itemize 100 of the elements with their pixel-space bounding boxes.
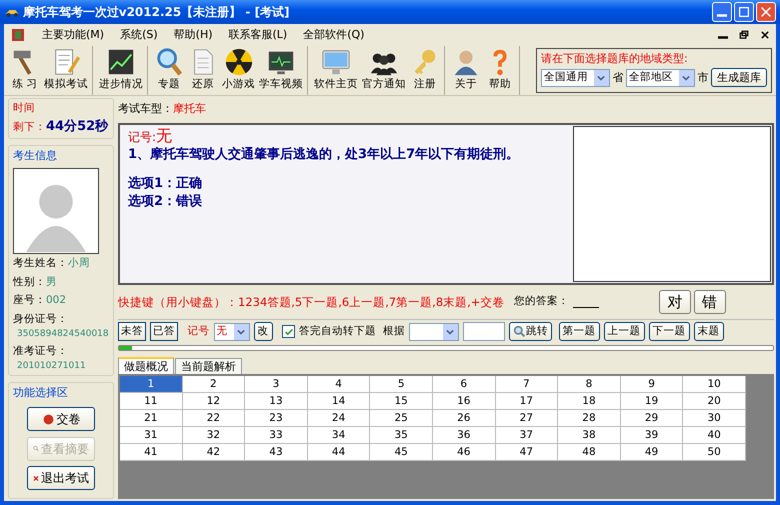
question-cell[interactable]: 44 [308, 444, 370, 462]
question-cell[interactable]: 2 [182, 376, 246, 394]
question-cell[interactable]: 9 [620, 376, 684, 394]
restore-icon[interactable] [739, 30, 749, 40]
maximize-button[interactable] [734, 2, 754, 22]
function-button[interactable]: 交卷 [27, 407, 95, 431]
question-cell[interactable]: 35 [370, 427, 433, 444]
answer-button[interactable]: 对 [658, 290, 691, 314]
province-select[interactable]: 全国通用 [541, 68, 610, 87]
question-cell[interactable]: 25 [370, 410, 433, 428]
question-cell[interactable]: 15 [370, 393, 433, 410]
question-cell[interactable]: 45 [370, 444, 433, 462]
toolbar-button[interactable]: 官方通知 [360, 46, 408, 95]
field-label: 性别： [13, 274, 46, 290]
change-button[interactable]: 改 [254, 322, 272, 342]
question-cell[interactable]: 40 [683, 427, 746, 444]
question-cell[interactable]: 11 [120, 393, 183, 410]
question-cell[interactable]: 41 [120, 444, 183, 462]
question-cell[interactable]: 16 [432, 393, 496, 410]
question-cell[interactable]: 22 [182, 410, 246, 428]
nav-button[interactable]: 末题 [694, 322, 724, 342]
function-button[interactable]: 退出考试 [27, 466, 95, 490]
question-cell[interactable]: 27 [496, 410, 558, 428]
question-cell[interactable]: 26 [432, 410, 496, 428]
toolbar-button[interactable]: 软件主页 [312, 46, 360, 95]
toolbar-button[interactable]: 专题 [152, 46, 186, 95]
question-cell[interactable]: 31 [120, 427, 183, 444]
question-cell[interactable]: 7 [496, 376, 558, 394]
question-cell[interactable]: 36 [432, 427, 496, 444]
filter-button[interactable]: 未答 [118, 322, 146, 342]
question-cell[interactable]: 3 [245, 376, 308, 394]
tab[interactable]: 当前题解析 [175, 358, 242, 374]
question-cell[interactable]: 13 [245, 393, 308, 410]
jump-button[interactable]: 跳转 [508, 322, 552, 342]
question-cell[interactable]: 30 [683, 410, 746, 428]
criteria-select[interactable] [408, 322, 459, 341]
menu-item[interactable]: 联系客服(L) [228, 26, 288, 44]
question-cell[interactable]: 14 [308, 393, 370, 410]
question-cell[interactable]: 8 [558, 376, 621, 394]
question-cell[interactable]: 38 [558, 427, 621, 444]
question-cell[interactable]: 17 [496, 393, 558, 410]
question-cell[interactable]: 34 [308, 427, 370, 444]
question-cell[interactable]: 43 [245, 444, 308, 462]
generate-button[interactable]: 生成题库 [711, 68, 767, 88]
toolbar-button[interactable]: 帮助 [483, 46, 517, 95]
checkbox[interactable] [282, 325, 295, 338]
question-cell[interactable]: 50 [683, 444, 746, 462]
question-cell[interactable]: 10 [683, 376, 746, 394]
menu-item[interactable]: 全部软件(Q) [303, 26, 364, 44]
answer-button[interactable]: 错 [694, 290, 726, 314]
question-cell[interactable]: 49 [620, 444, 684, 462]
option-text: 选项2：错误 [128, 193, 204, 212]
mark-select[interactable]: 无 [214, 322, 250, 341]
toolbar-button[interactable]: 还原 [186, 46, 220, 95]
city-select[interactable]: 全部地区 [626, 68, 694, 87]
question-cell[interactable]: 5 [370, 376, 433, 394]
question-cell[interactable]: 32 [182, 427, 246, 444]
question-cell[interactable]: 6 [432, 376, 496, 394]
question-cell[interactable]: 29 [620, 410, 684, 428]
question-cell[interactable]: 4 [308, 376, 370, 394]
question-cell[interactable]: 21 [120, 410, 183, 428]
jump-input[interactable] [462, 322, 505, 342]
close-button[interactable] [756, 2, 776, 22]
field-value: 3505894824540018 [16, 328, 109, 340]
question-cell[interactable]: 46 [432, 444, 496, 462]
toolbar-button[interactable]: 关于 [449, 46, 483, 95]
mark-label: 记号: [128, 129, 156, 146]
question-cell[interactable]: 28 [558, 410, 621, 428]
nav-button[interactable]: 上一题 [604, 322, 644, 342]
question-cell[interactable]: 37 [496, 427, 558, 444]
toolbar-button[interactable]: 注册 [408, 46, 442, 95]
answer-label: 您的答案： [514, 294, 569, 310]
field-value: 201010271011 [16, 360, 87, 372]
question-cell[interactable]: 24 [308, 410, 370, 428]
menu-item[interactable]: 帮助(H) [174, 26, 213, 44]
question-cell[interactable]: 19 [620, 393, 684, 410]
menu-item[interactable]: 主要功能(M) [42, 26, 104, 44]
toolbar-button[interactable]: 练 习 [8, 46, 42, 95]
close-icon[interactable] [760, 30, 770, 40]
question-cell[interactable]: 1 [120, 376, 183, 394]
toolbar-button[interactable]: 进步情况 [97, 46, 145, 95]
filter-button[interactable]: 已答 [150, 322, 178, 342]
toolbar-button[interactable]: 模拟考试 [42, 46, 90, 95]
minimize-button[interactable] [712, 2, 732, 22]
question-cell[interactable]: 42 [182, 444, 246, 462]
minimize-icon[interactable] [718, 36, 728, 39]
menu-item[interactable]: 系统(S) [120, 26, 158, 44]
question-cell[interactable]: 39 [620, 427, 684, 444]
tab[interactable]: 做题概况 [118, 357, 174, 374]
question-cell[interactable]: 23 [245, 410, 308, 428]
question-cell[interactable]: 47 [496, 444, 558, 462]
toolbar-button[interactable]: 小游戏 [220, 46, 257, 95]
question-cell[interactable]: 18 [558, 393, 621, 410]
nav-button[interactable]: 第一题 [558, 322, 600, 342]
question-cell[interactable]: 33 [245, 427, 308, 444]
nav-button[interactable]: 下一题 [648, 322, 690, 342]
question-cell[interactable]: 20 [683, 393, 746, 410]
question-cell[interactable]: 12 [182, 393, 246, 410]
question-cell[interactable]: 48 [558, 444, 621, 462]
toolbar-button[interactable]: 学车视频 [257, 46, 305, 95]
